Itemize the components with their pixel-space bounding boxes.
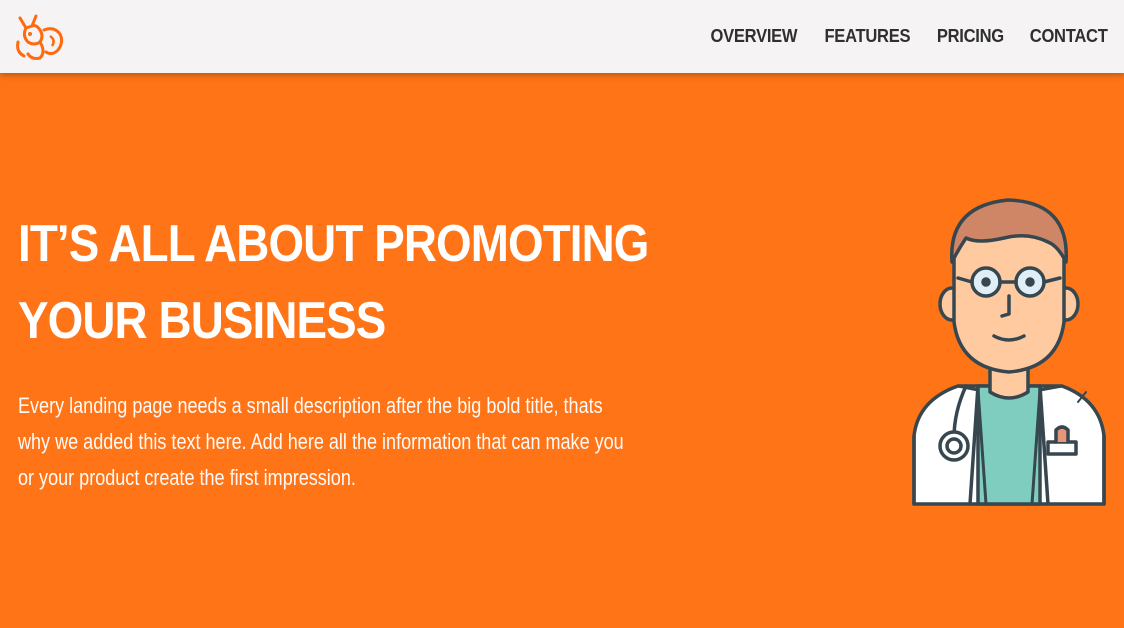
nav-link-overview[interactable]: OVERVIEW <box>710 26 797 47</box>
hero-title-line2: YOUR BUSINESS <box>18 292 386 350</box>
nav-link-features[interactable]: FEATURES <box>825 26 911 47</box>
hero-title: IT’S ALL ABOUT PROMOTING YOUR BUSINESS <box>18 206 652 360</box>
fox-logo-icon[interactable] <box>14 12 68 62</box>
main-nav: OVERVIEW FEATURES PRICING CONTACT <box>683 0 1108 73</box>
nav-link-contact[interactable]: CONTACT <box>1030 26 1108 47</box>
hero-title-line1: IT’S ALL ABOUT PROMOTING <box>18 215 649 273</box>
navbar: OVERVIEW FEATURES PRICING CONTACT <box>0 0 1124 73</box>
hero-description: Every landing page needs a small descrip… <box>18 393 624 490</box>
nav-link-pricing[interactable]: PRICING <box>936 26 1003 47</box>
doctor-illustration <box>908 192 1112 508</box>
